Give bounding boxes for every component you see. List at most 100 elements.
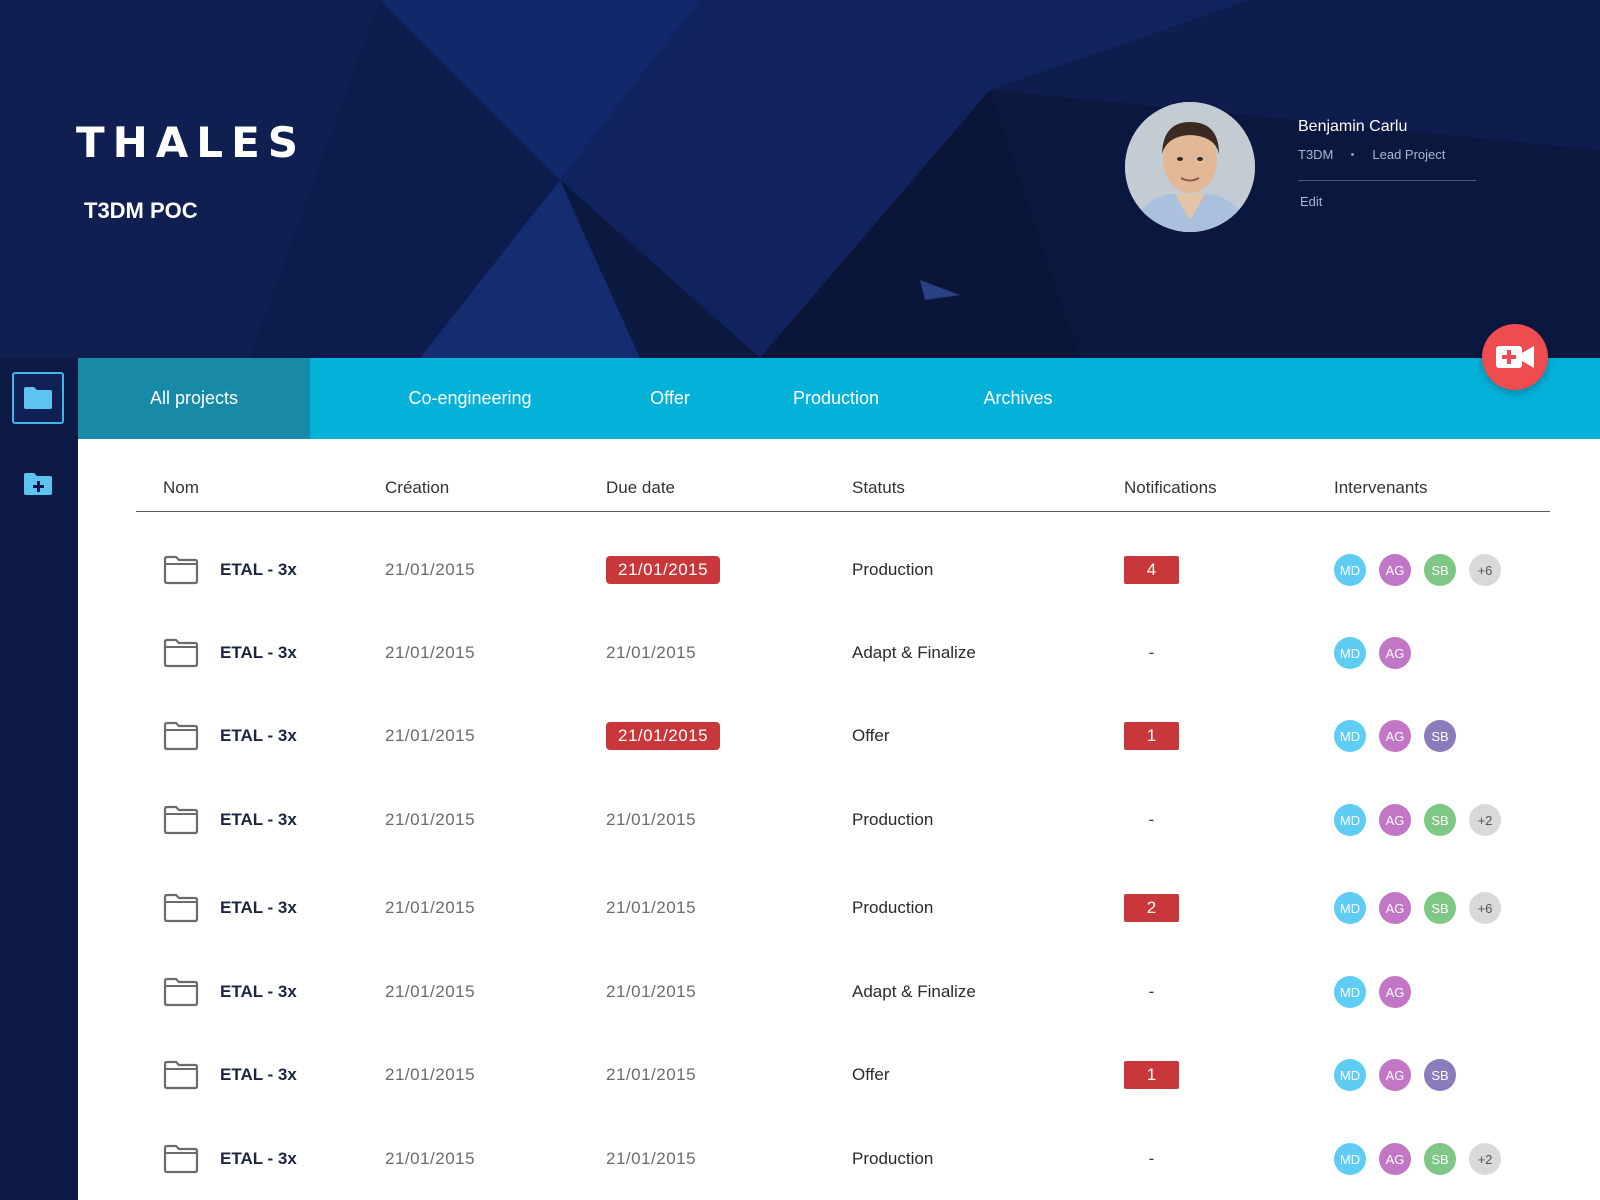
participant-avatar[interactable]: AG xyxy=(1379,554,1411,586)
tab-offer[interactable]: Offer xyxy=(610,358,730,439)
project-name-link[interactable]: ETAL - 3x xyxy=(220,618,297,688)
project-name-link[interactable]: ETAL - 3x xyxy=(220,957,297,1027)
participant-avatar[interactable]: MD xyxy=(1334,1059,1366,1091)
table-row[interactable]: ETAL - 3x 21/01/2015 21/01/2015 Adapt & Fin… xyxy=(136,618,1550,688)
notification-badge[interactable]: 4 xyxy=(1124,556,1179,584)
participant-avatar[interactable]: AG xyxy=(1379,804,1411,836)
project-name-link[interactable]: ETAL - 3x xyxy=(220,1124,297,1194)
video-add-icon xyxy=(1496,346,1534,368)
status-label: Production xyxy=(852,810,934,829)
more-participants-chip[interactable]: +6 xyxy=(1469,892,1501,924)
participants: MD AG SB +6 xyxy=(1334,535,1501,605)
col-statuts[interactable]: Statuts xyxy=(852,478,905,498)
due-date: 21/01/2015 xyxy=(606,1149,697,1168)
participants: MD AG SB +2 xyxy=(1334,785,1501,855)
more-participants-chip[interactable]: +2 xyxy=(1469,1143,1501,1175)
folder-icon xyxy=(24,387,52,409)
participants: MD AG xyxy=(1334,618,1411,688)
creation-date: 21/01/2015 xyxy=(385,810,476,829)
col-notifications[interactable]: Notifications xyxy=(1124,478,1217,498)
table-row[interactable]: ETAL - 3x 21/01/2015 21/01/2015 Production 2… xyxy=(136,873,1550,943)
tab-production[interactable]: Production xyxy=(766,358,906,439)
notification-badge[interactable]: 1 xyxy=(1124,1061,1179,1089)
rail-new-project-button[interactable] xyxy=(12,458,64,510)
status-label: Production xyxy=(852,898,934,917)
col-intervenants[interactable]: Intervenants xyxy=(1334,478,1428,498)
more-participants-chip[interactable]: +2 xyxy=(1469,804,1501,836)
edit-profile-link[interactable]: Edit xyxy=(1300,194,1322,209)
participant-avatar[interactable]: AG xyxy=(1379,1143,1411,1175)
overdue-date-badge: 21/01/2015 xyxy=(606,722,721,750)
due-date-overdue: 21/01/2015 xyxy=(606,535,721,605)
participant-avatar[interactable]: AG xyxy=(1379,637,1411,669)
participant-avatar[interactable]: MD xyxy=(1334,892,1366,924)
table-row[interactable]: ETAL - 3x 21/01/2015 21/01/2015 Production -… xyxy=(136,785,1550,855)
status-label: Offer xyxy=(852,1065,890,1084)
folder-icon xyxy=(163,1124,199,1194)
participant-avatar[interactable]: SB xyxy=(1424,554,1456,586)
project-name-link[interactable]: ETAL - 3x xyxy=(220,701,297,771)
creation-date: 21/01/2015 xyxy=(385,898,476,917)
table-row[interactable]: ETAL - 3x 21/01/2015 21/01/2015 Production 4… xyxy=(136,535,1550,605)
notification-badge[interactable]: 2 xyxy=(1124,894,1179,922)
folder-icon xyxy=(163,701,199,771)
participant-avatar[interactable]: MD xyxy=(1334,804,1366,836)
project-name-link[interactable]: ETAL - 3x xyxy=(220,873,297,943)
table-row[interactable]: ETAL - 3x 21/01/2015 21/01/2015 Offer 1 MD AG S… xyxy=(136,701,1550,771)
no-notifications: - xyxy=(1148,643,1155,662)
due-date: 21/01/2015 xyxy=(606,982,697,1001)
tab-all-projects[interactable]: All projects xyxy=(78,358,310,439)
user-company: T3DM xyxy=(1298,147,1334,162)
participant-avatar[interactable]: SB xyxy=(1424,1143,1456,1175)
rail-projects-button[interactable] xyxy=(12,372,64,424)
no-notifications: - xyxy=(1148,810,1155,829)
notifications-cell: - xyxy=(1124,1124,1179,1194)
new-video-call-button[interactable] xyxy=(1482,324,1548,390)
creation-date: 21/01/2015 xyxy=(385,643,476,662)
col-creation[interactable]: Création xyxy=(385,478,449,498)
folder-icon xyxy=(163,618,199,688)
folder-add-icon xyxy=(24,473,52,495)
participant-avatar[interactable]: MD xyxy=(1334,1143,1366,1175)
col-due-date[interactable]: Due date xyxy=(606,478,675,498)
col-nom[interactable]: Nom xyxy=(163,478,199,498)
table-row[interactable]: ETAL - 3x 21/01/2015 21/01/2015 Offer 1 MD AG S… xyxy=(136,1040,1550,1110)
participant-avatar[interactable]: AG xyxy=(1379,976,1411,1008)
user-divider xyxy=(1298,180,1476,181)
user-meta: T3DM Lead Project xyxy=(1298,147,1445,162)
participant-avatar[interactable]: MD xyxy=(1334,720,1366,752)
table-row[interactable]: ETAL - 3x 21/01/2015 21/01/2015 Production -… xyxy=(136,1124,1550,1194)
creation-date: 21/01/2015 xyxy=(385,726,476,745)
notifications-cell: - xyxy=(1124,785,1179,855)
table-header: Nom Création Due date Statuts Notificati… xyxy=(136,470,1550,512)
project-name-link[interactable]: ETAL - 3x xyxy=(220,535,297,605)
tab-archives[interactable]: Archives xyxy=(948,358,1088,439)
project-name-link[interactable]: ETAL - 3x xyxy=(220,785,297,855)
participants: MD AG SB xyxy=(1334,1040,1456,1110)
no-notifications: - xyxy=(1148,982,1155,1001)
status-label: Production xyxy=(852,1149,934,1168)
notification-badge[interactable]: 1 xyxy=(1124,722,1179,750)
project-name-link[interactable]: ETAL - 3x xyxy=(220,1040,297,1110)
header-banner: THALES T3DM POC Benjamin Carlu T3DM Lead… xyxy=(0,0,1600,358)
project-title: T3DM POC xyxy=(84,198,198,223)
tab-bar: All projects Co-engineering Offer Produc… xyxy=(78,358,1600,439)
participant-avatar[interactable]: MD xyxy=(1334,554,1366,586)
participant-avatar[interactable]: SB xyxy=(1424,892,1456,924)
participant-avatar[interactable]: AG xyxy=(1379,892,1411,924)
participant-avatar[interactable]: AG xyxy=(1379,720,1411,752)
due-date: 21/01/2015 xyxy=(606,643,697,662)
creation-date: 21/01/2015 xyxy=(385,1149,476,1168)
participant-avatar[interactable]: SB xyxy=(1424,1059,1456,1091)
participant-avatar[interactable]: MD xyxy=(1334,976,1366,1008)
folder-icon xyxy=(163,1040,199,1110)
tab-co-engineering[interactable]: Co-engineering xyxy=(370,358,570,439)
participant-avatar[interactable]: AG xyxy=(1379,1059,1411,1091)
user-avatar[interactable] xyxy=(1125,102,1255,232)
participant-avatar[interactable]: SB xyxy=(1424,720,1456,752)
notifications-cell: - xyxy=(1124,618,1179,688)
participant-avatar[interactable]: MD xyxy=(1334,637,1366,669)
participant-avatar[interactable]: SB xyxy=(1424,804,1456,836)
more-participants-chip[interactable]: +6 xyxy=(1469,554,1501,586)
table-row[interactable]: ETAL - 3x 21/01/2015 21/01/2015 Adapt & Fin… xyxy=(136,957,1550,1027)
